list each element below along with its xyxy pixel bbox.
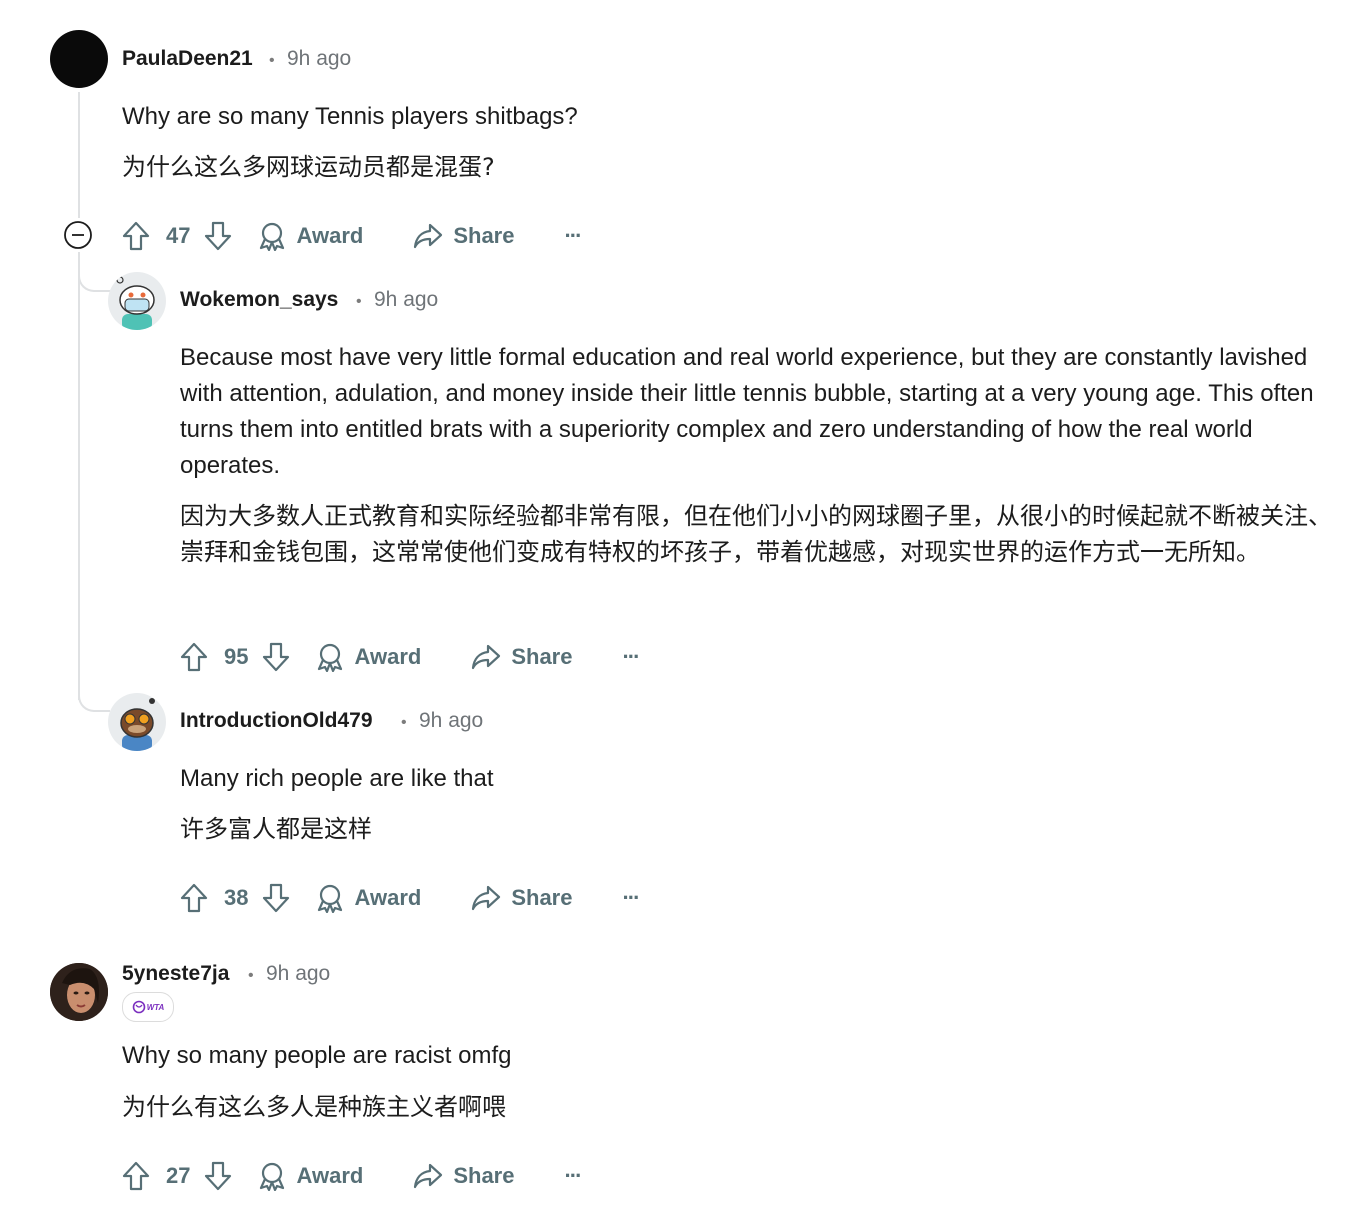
upvote-button[interactable] (180, 642, 208, 672)
award-label: Award (354, 644, 422, 669)
more-options-button[interactable]: ··· (622, 644, 640, 670)
avatar[interactable] (50, 963, 108, 1021)
downvote-button[interactable] (204, 221, 232, 251)
comment-text-zh: 为什么这么多网球运动员都是混蛋? (122, 153, 495, 181)
action-bar: 47 Award Share ··· (122, 218, 582, 254)
timestamp[interactable]: 9h ago (419, 709, 483, 733)
comment-text-en: Why so many people are racist omfg (122, 1042, 512, 1069)
action-bar: 27 Award Share ··· (122, 1158, 582, 1194)
action-bar: 95 Award Share ··· (180, 639, 640, 675)
more-options-button[interactable]: ··· (564, 1163, 582, 1189)
separator-dot: • (356, 293, 362, 310)
avatar[interactable] (50, 30, 108, 88)
downvote-icon (205, 1161, 232, 1191)
upvote-icon (122, 221, 150, 251)
share-icon (472, 885, 501, 911)
flair-text: WTA (146, 1002, 165, 1012)
avatar[interactable] (108, 693, 166, 751)
avatar[interactable] (108, 272, 166, 330)
share-icon (414, 223, 443, 249)
downvote-icon (263, 642, 290, 672)
vote-count: 27 (166, 1163, 191, 1188)
award-icon (260, 222, 285, 251)
award-label: Award (296, 1163, 364, 1188)
share-button[interactable]: Share (471, 643, 572, 671)
thread-line[interactable] (78, 252, 80, 700)
comment-text-en: Why are so many Tennis players shitbags? (122, 103, 578, 130)
share-icon (472, 644, 501, 670)
comment-text-zh: 许多富人都是这样 (180, 815, 372, 843)
snoo-avatar-icon (120, 698, 155, 751)
thread-connector (78, 260, 110, 292)
vote-count: 47 (166, 223, 191, 248)
share-icon (414, 1163, 443, 1189)
award-button[interactable]: Award (258, 221, 363, 251)
minus-circle-icon (64, 221, 92, 249)
share-label: Share (453, 223, 515, 248)
award-button[interactable]: Award (258, 1161, 363, 1191)
award-label: Award (296, 223, 364, 248)
share-label: Share (453, 1163, 515, 1188)
upvote-icon (180, 642, 208, 672)
share-button[interactable]: Share (413, 222, 514, 250)
upvote-icon (180, 883, 208, 913)
vote-count: 38 (224, 885, 249, 910)
award-button[interactable]: Award (316, 883, 421, 913)
award-button[interactable]: Award (316, 642, 421, 672)
action-bar: 38 Award Share ··· (180, 880, 640, 916)
comment-text-en: Because most have very little formal edu… (180, 344, 1314, 479)
comment-text-en: Many rich people are like that (180, 765, 494, 792)
wta-logo-icon (132, 1000, 145, 1014)
award-icon (318, 643, 343, 672)
more-options-button[interactable]: ··· (622, 885, 640, 911)
thread-connector (78, 680, 110, 712)
username[interactable]: 5yneste7ja (122, 962, 229, 986)
downvote-button[interactable] (262, 883, 290, 913)
timestamp[interactable]: 9h ago (374, 288, 438, 312)
more-options-button[interactable]: ··· (564, 223, 582, 249)
thread-line[interactable] (78, 92, 80, 218)
upvote-icon (122, 1161, 150, 1191)
user-flair-badge: WTA (122, 992, 174, 1022)
downvote-icon (205, 221, 232, 251)
timestamp[interactable]: 9h ago (287, 47, 351, 71)
award-icon (260, 1162, 285, 1191)
downvote-button[interactable] (204, 1161, 232, 1191)
downvote-icon (263, 883, 290, 913)
separator-dot: • (401, 714, 407, 731)
share-label: Share (511, 885, 573, 910)
upvote-button[interactable] (122, 221, 150, 251)
share-label: Share (511, 644, 573, 669)
snoo-avatar-icon (116, 276, 155, 330)
timestamp[interactable]: 9h ago (266, 962, 330, 986)
username[interactable]: Wokemon_says (180, 288, 338, 312)
username[interactable]: IntroductionOld479 (180, 709, 373, 733)
username[interactable]: PaulaDeen21 (122, 47, 253, 71)
vote-count: 95 (224, 644, 249, 669)
profile-photo-icon (50, 963, 108, 1021)
award-icon (318, 884, 343, 913)
share-button[interactable]: Share (471, 884, 572, 912)
separator-dot: • (248, 967, 254, 984)
upvote-button[interactable] (122, 1161, 150, 1191)
comment-text-zh: 为什么有这么多人是种族主义者啊喂 (122, 1093, 506, 1121)
share-button[interactable]: Share (413, 1162, 514, 1190)
collapse-thread-button[interactable] (63, 220, 93, 250)
comment-text-zh: 因为大多数人正式教育和实际经验都非常有限，但在他们小小的网球圈子里，从很小的时候… (180, 502, 1332, 566)
award-label: Award (354, 885, 422, 910)
upvote-button[interactable] (180, 883, 208, 913)
separator-dot: • (269, 52, 275, 69)
downvote-button[interactable] (262, 642, 290, 672)
